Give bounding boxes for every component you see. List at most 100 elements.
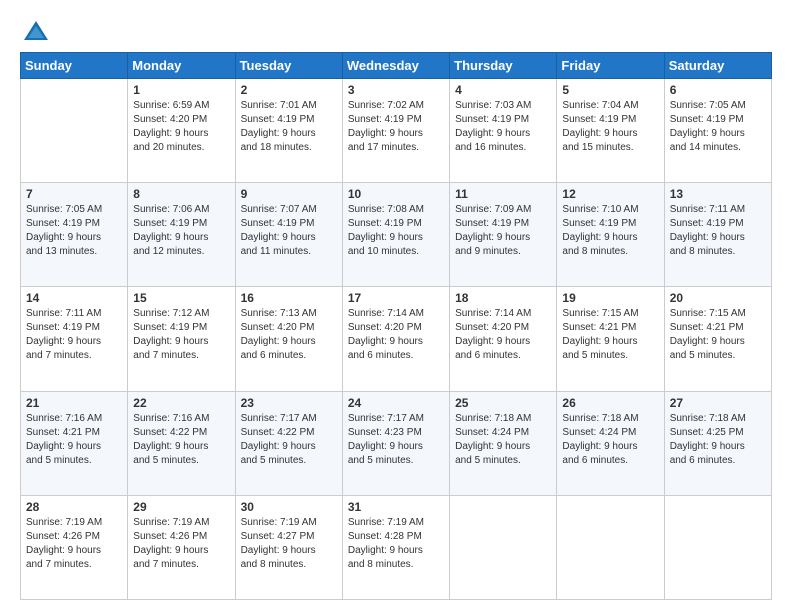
day-cell: 5 Sunrise: 7:04 AM Sunset: 4:19 PM Daylig… xyxy=(557,79,664,183)
day-number: 18 xyxy=(455,291,551,305)
day-number: 29 xyxy=(133,500,229,514)
day-info: Sunrise: 7:15 AM Sunset: 4:21 PM Dayligh… xyxy=(670,307,766,363)
day-info: Sunrise: 7:17 AM Sunset: 4:22 PM Dayligh… xyxy=(241,412,337,468)
day-number: 31 xyxy=(348,500,444,514)
day-number: 26 xyxy=(562,396,658,410)
day-cell: 3Sunrise: 7:02 AM Sunset: 4:19 PM Daylig… xyxy=(342,79,449,183)
day-info: Sunrise: 7:15 AM Sunset: 4:21 PM Dayligh… xyxy=(562,307,658,363)
day-info: Sunrise: 6:59 AM Sunset: 4:20 PM Dayligh… xyxy=(133,99,229,155)
day-cell: 11 Sunrise: 7:09 AM Sunset: 4:19 PM Dayli… xyxy=(450,183,557,287)
day-info: Sunrise: 7:14 AM Sunset: 4:20 PM Dayligh… xyxy=(455,307,551,363)
day-number: 17 xyxy=(348,291,444,305)
day-number: 20 xyxy=(670,291,766,305)
day-number: 3 xyxy=(348,83,444,97)
day-cell xyxy=(21,79,128,183)
day-number: 30 xyxy=(241,500,337,514)
day-number: 5 xyxy=(562,83,658,97)
day-cell: 28 Sunrise: 7:19 AM Sunset: 4:26 PM Dayli… xyxy=(21,495,128,599)
col-friday: Friday xyxy=(557,53,664,79)
day-info: Sunrise: 7:19 AM Sunset: 4:28 PM Dayligh… xyxy=(348,516,444,572)
col-wednesday: Wednesday xyxy=(342,53,449,79)
col-thursday: Thursday xyxy=(450,53,557,79)
day-info: Sunrise: 7:06 AM Sunset: 4:19 PM Dayligh… xyxy=(133,203,229,259)
day-cell: 27 Sunrise: 7:18 AM Sunset: 4:25 PM Dayli… xyxy=(664,391,771,495)
day-info: Sunrise: 7:13 AM Sunset: 4:20 PM Dayligh… xyxy=(241,307,337,363)
day-number: 15 xyxy=(133,291,229,305)
day-cell: 13 Sunrise: 7:11 AM Sunset: 4:19 PM Dayli… xyxy=(664,183,771,287)
day-cell: 12 Sunrise: 7:10 AM Sunset: 4:19 PM Dayli… xyxy=(557,183,664,287)
day-info: Sunrise: 7:05 AM Sunset: 4:19 PM Dayligh… xyxy=(670,99,766,155)
day-cell: 1 Sunrise: 6:59 AM Sunset: 4:20 PM Daylig… xyxy=(128,79,235,183)
day-number: 24 xyxy=(348,396,444,410)
day-number: 14 xyxy=(26,291,122,305)
day-info: Sunrise: 7:08 AM Sunset: 4:19 PM Dayligh… xyxy=(348,203,444,259)
page: Sunday Monday Tuesday Wednesday Thursday… xyxy=(0,0,792,612)
day-number: 19 xyxy=(562,291,658,305)
day-cell xyxy=(557,495,664,599)
day-cell: 22 Sunrise: 7:16 AM Sunset: 4:22 PM Dayli… xyxy=(128,391,235,495)
day-cell: 19 Sunrise: 7:15 AM Sunset: 4:21 PM Dayli… xyxy=(557,287,664,391)
day-number: 1 xyxy=(133,83,229,97)
day-number: 23 xyxy=(241,396,337,410)
day-number: 2 xyxy=(241,83,337,97)
day-info: Sunrise: 7:14 AM Sunset: 4:20 PM Dayligh… xyxy=(348,307,444,363)
day-number: 22 xyxy=(133,396,229,410)
day-number: 28 xyxy=(26,500,122,514)
day-info: Sunrise: 7:18 AM Sunset: 4:24 PM Dayligh… xyxy=(455,412,551,468)
col-sunday: Sunday xyxy=(21,53,128,79)
day-number: 10 xyxy=(348,187,444,201)
day-number: 4 xyxy=(455,83,551,97)
day-info: Sunrise: 7:17 AM Sunset: 4:23 PM Dayligh… xyxy=(348,412,444,468)
day-number: 27 xyxy=(670,396,766,410)
day-number: 16 xyxy=(241,291,337,305)
day-info: Sunrise: 7:19 AM Sunset: 4:27 PM Dayligh… xyxy=(241,516,337,572)
day-number: 7 xyxy=(26,187,122,201)
day-info: Sunrise: 7:16 AM Sunset: 4:22 PM Dayligh… xyxy=(133,412,229,468)
logo-icon xyxy=(22,18,50,46)
col-monday: Monday xyxy=(128,53,235,79)
day-cell: 23 Sunrise: 7:17 AM Sunset: 4:22 PM Dayli… xyxy=(235,391,342,495)
col-tuesday: Tuesday xyxy=(235,53,342,79)
day-number: 6 xyxy=(670,83,766,97)
day-info: Sunrise: 7:12 AM Sunset: 4:19 PM Dayligh… xyxy=(133,307,229,363)
day-cell: 18 Sunrise: 7:14 AM Sunset: 4:20 PM Dayli… xyxy=(450,287,557,391)
day-cell: 8 Sunrise: 7:06 AM Sunset: 4:19 PM Daylig… xyxy=(128,183,235,287)
calendar-table: Sunday Monday Tuesday Wednesday Thursday… xyxy=(20,52,772,600)
day-number: 12 xyxy=(562,187,658,201)
day-cell: 9 Sunrise: 7:07 AM Sunset: 4:19 PM Daylig… xyxy=(235,183,342,287)
week-row-1: 1 Sunrise: 6:59 AM Sunset: 4:20 PM Daylig… xyxy=(21,79,772,183)
day-info: Sunrise: 7:19 AM Sunset: 4:26 PM Dayligh… xyxy=(26,516,122,572)
day-cell: 30 Sunrise: 7:19 AM Sunset: 4:27 PM Dayli… xyxy=(235,495,342,599)
day-info: Sunrise: 7:18 AM Sunset: 4:25 PM Dayligh… xyxy=(670,412,766,468)
day-info: Sunrise: 7:18 AM Sunset: 4:24 PM Dayligh… xyxy=(562,412,658,468)
week-row-3: 14 Sunrise: 7:11 AM Sunset: 4:19 PM Dayli… xyxy=(21,287,772,391)
day-cell: 7Sunrise: 7:05 AM Sunset: 4:19 PM Daylig… xyxy=(21,183,128,287)
day-info: Sunrise: 7:11 AM Sunset: 4:19 PM Dayligh… xyxy=(26,307,122,363)
day-cell: 16 Sunrise: 7:13 AM Sunset: 4:20 PM Dayli… xyxy=(235,287,342,391)
day-cell: 4Sunrise: 7:03 AM Sunset: 4:19 PM Daylig… xyxy=(450,79,557,183)
day-cell: 20 Sunrise: 7:15 AM Sunset: 4:21 PM Dayli… xyxy=(664,287,771,391)
day-info: Sunrise: 7:01 AM Sunset: 4:19 PM Dayligh… xyxy=(241,99,337,155)
day-info: Sunrise: 7:07 AM Sunset: 4:19 PM Dayligh… xyxy=(241,203,337,259)
day-cell: 14 Sunrise: 7:11 AM Sunset: 4:19 PM Dayli… xyxy=(21,287,128,391)
day-number: 11 xyxy=(455,187,551,201)
day-cell: 17 Sunrise: 7:14 AM Sunset: 4:20 PM Dayli… xyxy=(342,287,449,391)
logo xyxy=(20,18,50,42)
day-cell: 29Sunrise: 7:19 AM Sunset: 4:26 PM Dayli… xyxy=(128,495,235,599)
day-number: 13 xyxy=(670,187,766,201)
day-cell: 10 Sunrise: 7:08 AM Sunset: 4:19 PM Dayli… xyxy=(342,183,449,287)
day-cell: 2 Sunrise: 7:01 AM Sunset: 4:19 PM Daylig… xyxy=(235,79,342,183)
day-cell: 21Sunrise: 7:16 AM Sunset: 4:21 PM Dayli… xyxy=(21,391,128,495)
day-number: 21 xyxy=(26,396,122,410)
day-cell xyxy=(450,495,557,599)
day-cell: 26 Sunrise: 7:18 AM Sunset: 4:24 PM Dayli… xyxy=(557,391,664,495)
day-info: Sunrise: 7:04 AM Sunset: 4:19 PM Dayligh… xyxy=(562,99,658,155)
day-cell xyxy=(664,495,771,599)
col-saturday: Saturday xyxy=(664,53,771,79)
day-number: 9 xyxy=(241,187,337,201)
day-info: Sunrise: 7:10 AM Sunset: 4:19 PM Dayligh… xyxy=(562,203,658,259)
day-number: 8 xyxy=(133,187,229,201)
day-info: Sunrise: 7:09 AM Sunset: 4:19 PM Dayligh… xyxy=(455,203,551,259)
day-cell: 24 Sunrise: 7:17 AM Sunset: 4:23 PM Dayli… xyxy=(342,391,449,495)
day-info: Sunrise: 7:11 AM Sunset: 4:19 PM Dayligh… xyxy=(670,203,766,259)
